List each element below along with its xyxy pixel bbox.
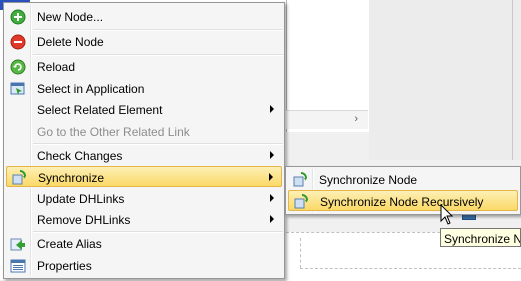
menu-item-label: Check Changes [37, 149, 123, 163]
menu-item-label: Reload [37, 60, 76, 74]
menu-item-label: Select Related Element [37, 103, 163, 117]
scroll-right-icon[interactable]: › [354, 113, 358, 125]
menu-item-label: Remove DHLinks [37, 213, 131, 227]
menu-item-update-dhlinks[interactable]: Update DHLinks [6, 188, 282, 209]
properties-icon [10, 259, 26, 273]
dashed-border [300, 268, 521, 269]
submenu-arrow-icon [270, 151, 274, 159]
menu-item-label: Create Alias [37, 237, 102, 251]
submenu-item-synchronize-node-recursively[interactable]: Synchronize Node Recursively [288, 190, 518, 211]
pane-divider [512, 0, 513, 160]
submenu-item-synchronize-node[interactable]: Synchronize Node [288, 169, 518, 190]
menu-item-label: Delete Node [37, 35, 104, 49]
menu-item-properties[interactable]: Properties [6, 255, 282, 276]
menu-item-check-changes[interactable]: Check Changes [6, 145, 282, 166]
submenu-arrow-icon [270, 105, 274, 113]
menu-item-reload[interactable]: Reload [6, 56, 282, 77]
menu-item-label: Select in Application [37, 82, 145, 96]
delete-icon [10, 34, 26, 50]
menu-item-go-to-other-related-link: Go to the Other Related Link [6, 121, 282, 142]
menu-item-create-alias[interactable]: Create Alias [6, 233, 282, 254]
synchronize-icon [293, 172, 307, 187]
submenu-arrow-icon [270, 194, 274, 202]
tooltip: Synchronize N [440, 228, 521, 247]
create-alias-icon [10, 238, 25, 251]
context-menu: New Node... Delete Node Reload Select in… [3, 2, 285, 279]
menu-item-delete-node[interactable]: Delete Node [6, 31, 282, 52]
synchronize-icon [12, 170, 26, 185]
submenu-arrow-icon [269, 173, 273, 181]
menu-item-remove-dhlinks[interactable]: Remove DHLinks [6, 209, 282, 230]
menu-item-select-related-element[interactable]: Select Related Element [6, 99, 282, 120]
menu-item-label: Synchronize [38, 171, 105, 185]
menu-item-new-node[interactable]: New Node... [6, 6, 282, 27]
submenu-arrow-icon [270, 215, 274, 223]
horizontal-scrollbar[interactable]: › [286, 110, 368, 129]
menu-item-label: Update DHLinks [37, 192, 125, 206]
dashed-border [300, 238, 302, 268]
right-pane [369, 0, 521, 160]
menu-item-select-in-application[interactable]: Select in Application [6, 78, 282, 99]
reload-icon [10, 59, 26, 75]
menu-item-synchronize[interactable]: Synchronize [6, 166, 282, 187]
add-icon [10, 9, 26, 25]
menu-item-label: Synchronize Node [319, 173, 418, 187]
menu-item-label: Properties [37, 259, 92, 273]
select-in-app-icon [10, 82, 25, 95]
menu-item-label: Synchronize Node Recursively [320, 195, 484, 209]
mouse-cursor-icon [440, 204, 454, 225]
synchronize-submenu: Synchronize Node Synchronize Node Recurs… [285, 166, 521, 215]
menu-item-label: New Node... [37, 10, 104, 24]
menu-item-label: Go to the Other Related Link [37, 125, 190, 139]
synchronize-icon [294, 194, 308, 209]
